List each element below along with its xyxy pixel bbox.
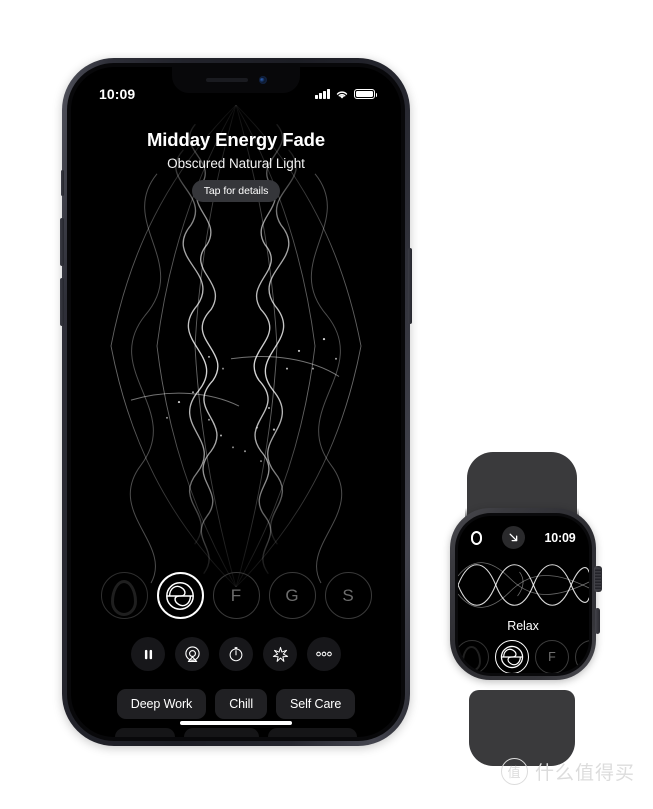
pill-row-2: Study Meditate Power Nap: [115, 728, 357, 737]
watch-top-bar: 10:09: [458, 526, 589, 550]
watch-bezel: 10:09 Relax F: [454, 512, 592, 676]
endel-oval-icon: [470, 530, 482, 545]
pill-self-care[interactable]: Self Care: [276, 689, 356, 719]
pause-icon: [144, 649, 152, 659]
watch-side-button[interactable]: [595, 608, 600, 634]
watch-screen: 10:09 Relax F: [457, 515, 589, 673]
watermark-logo: 值: [500, 758, 528, 785]
screenshot-stage: 10:09 Midday Energy Fade Obscured Natura…: [0, 0, 653, 809]
watermark: 值 什么值得买: [500, 758, 635, 785]
front-camera-icon: [258, 76, 267, 84]
signal-bars-icon: [315, 89, 330, 99]
airplay-icon: [184, 645, 200, 662]
ellipsis-icon: [316, 651, 332, 657]
watch-mode-1[interactable]: [457, 639, 489, 673]
watch-mode-2[interactable]: [495, 639, 529, 673]
page-title: Midday Energy Fade: [146, 129, 326, 150]
status-time: 10:09: [99, 86, 136, 102]
iphone-notch: [172, 67, 300, 93]
pill-power-nap[interactable]: Power Nap: [267, 728, 357, 737]
pill-deep-work[interactable]: Deep Work: [116, 689, 207, 719]
arrow-down-right-icon: [509, 533, 517, 542]
digital-crown[interactable]: [594, 566, 602, 592]
volume-up-button[interactable]: [60, 218, 64, 266]
watch-mode-selector: F: [457, 639, 589, 673]
page-subtitle: Obscured Natural Light: [167, 156, 305, 171]
iphone-bezel: 10:09 Midday Energy Fade Obscured Natura…: [67, 63, 405, 741]
battery-full-icon: [354, 88, 378, 100]
endel-sine-circle-icon: [166, 581, 194, 610]
soundscape-header: Midday Energy Fade Obscured Natural Ligh…: [71, 129, 401, 202]
endel-sine-circle-icon: [500, 645, 524, 668]
watch-mode-f[interactable]: F: [535, 639, 569, 673]
wifi-icon: [336, 90, 348, 99]
category-pills: Deep Work Chill Self Care Study Meditate…: [71, 689, 401, 737]
pill-row-1: Deep Work Chill Self Care: [116, 689, 356, 719]
timer-icon: [229, 647, 243, 662]
power-button[interactable]: [408, 248, 412, 324]
pill-study[interactable]: Study: [115, 728, 175, 737]
watch-time: 10:09: [544, 530, 576, 545]
watch-band-bottom: [469, 690, 575, 766]
watermark-text: 什么值得买: [534, 762, 635, 784]
pause-button[interactable]: [131, 637, 165, 671]
watch-waveform-artwork: [457, 554, 589, 616]
pill-chill[interactable]: Chill: [215, 689, 267, 719]
home-indicator[interactable]: [180, 720, 292, 725]
sparkle-icon: [272, 646, 288, 662]
mode-selector: F G S: [71, 572, 401, 619]
mode-circle-g[interactable]: G: [268, 572, 316, 619]
pill-meditate[interactable]: Meditate: [183, 728, 259, 737]
airplay-button[interactable]: [175, 637, 209, 671]
watch-mode-label: Relax: [507, 618, 539, 633]
mode-circle-1[interactable]: [100, 572, 148, 619]
more-button[interactable]: [307, 637, 341, 671]
iphone-screen: 10:09 Midday Energy Fade Obscured Natura…: [71, 67, 401, 737]
watch-mode-edge[interactable]: [575, 639, 589, 673]
brightness-button[interactable]: [263, 637, 297, 671]
timer-button[interactable]: [219, 637, 253, 671]
mode-circle-2[interactable]: [156, 572, 204, 619]
apple-watch-device: 10:09 Relax F: [432, 452, 612, 768]
iphone-device: 10:09 Midday Energy Fade Obscured Natura…: [60, 58, 412, 746]
mute-switch[interactable]: [60, 170, 64, 196]
mode-circle-f[interactable]: F: [212, 572, 260, 619]
back-button[interactable]: [501, 526, 525, 549]
status-icon-group: [315, 88, 378, 100]
mode-circle-s[interactable]: S: [324, 572, 372, 619]
earpiece-speaker: [205, 78, 248, 82]
watch-case: 10:09 Relax F: [450, 508, 602, 680]
volume-down-button[interactable]: [60, 278, 64, 326]
playback-controls: [71, 637, 401, 671]
tap-for-details-button[interactable]: Tap for details: [191, 180, 281, 202]
